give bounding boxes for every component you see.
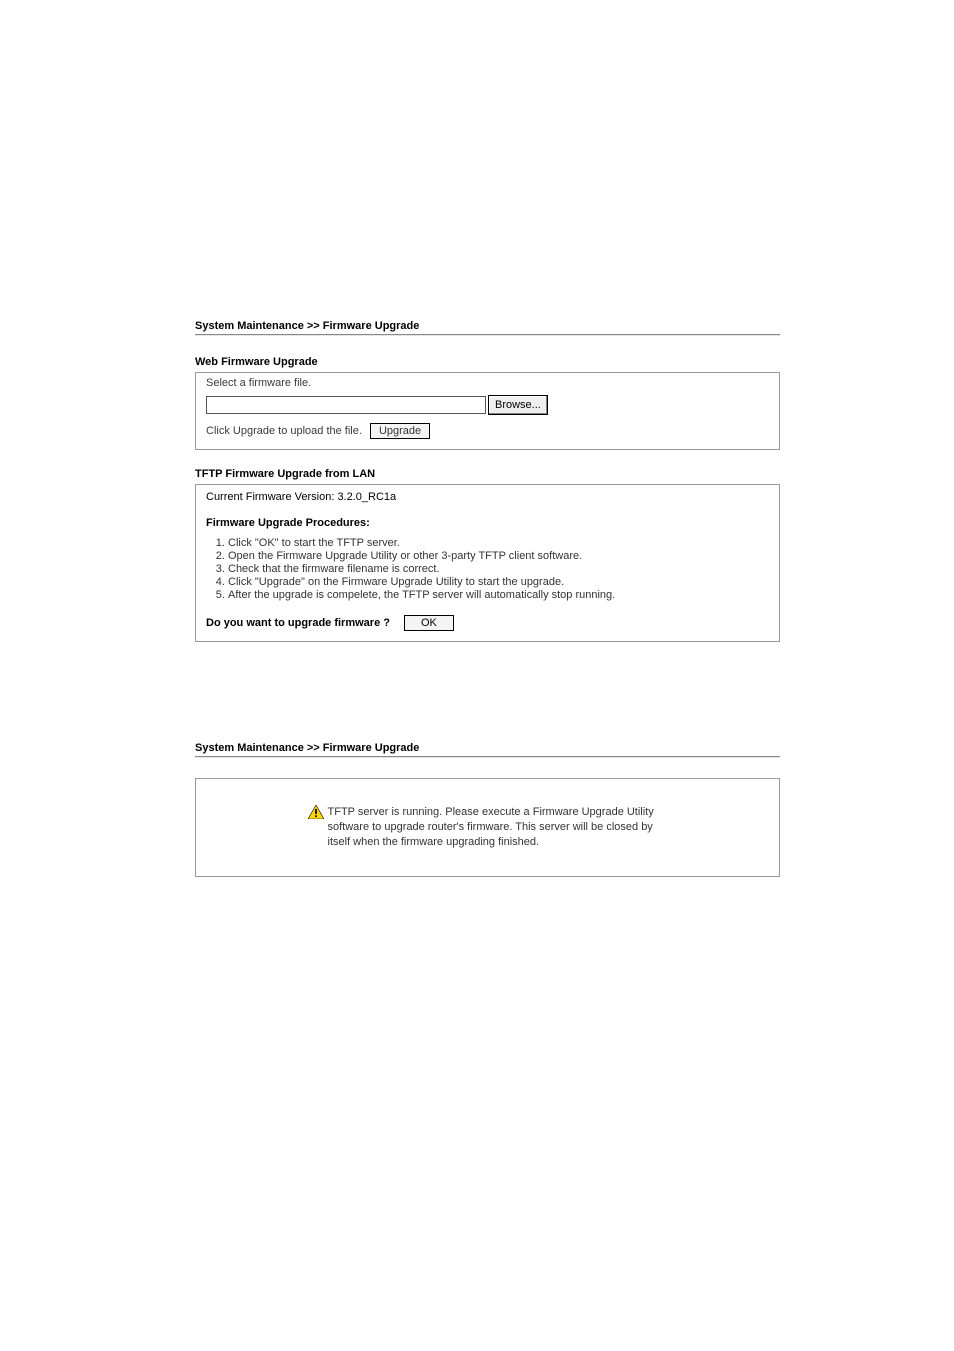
list-item: After the upgrade is compelete, the TFTP… — [228, 589, 769, 601]
list-item: Open the Firmware Upgrade Utility or oth… — [228, 550, 769, 562]
procedures-title: Firmware Upgrade Procedures: — [206, 517, 769, 529]
tftp-status-panel: TFTP server is running. Please execute a… — [195, 778, 780, 877]
web-upgrade-title: Web Firmware Upgrade — [195, 356, 780, 368]
breadcrumb: System Maintenance >> Firmware Upgrade — [195, 320, 780, 332]
divider — [195, 334, 780, 336]
current-version-label: Current Firmware Version: — [206, 491, 334, 503]
current-version-value: 3.2.0_RC1a — [337, 491, 396, 503]
web-upgrade-panel: Select a firmware file. Browse... Click … — [195, 372, 780, 450]
procedures-list: Click "OK" to start the TFTP server. Ope… — [228, 537, 769, 601]
upgrade-button[interactable]: Upgrade — [370, 423, 430, 439]
list-item: Check that the firmware filename is corr… — [228, 563, 769, 575]
upload-instruction: Click Upgrade to upload the file. — [206, 425, 362, 437]
breadcrumb: System Maintenance >> Firmware Upgrade — [195, 742, 780, 754]
browse-button[interactable]: Browse... — [488, 395, 548, 415]
firmware-file-input[interactable] — [206, 396, 486, 414]
tftp-panel: Current Firmware Version: 3.2.0_RC1a Fir… — [195, 484, 780, 642]
confirm-question: Do you want to upgrade firmware ? — [206, 617, 390, 629]
warning-icon — [308, 805, 324, 819]
tftp-status-message: TFTP server is running. Please execute a… — [328, 805, 668, 850]
list-item: Click "Upgrade" on the Firmware Upgrade … — [228, 576, 769, 588]
tftp-title: TFTP Firmware Upgrade from LAN — [195, 468, 780, 480]
select-file-label: Select a firmware file. — [206, 377, 769, 389]
divider — [195, 756, 780, 758]
list-item: Click "OK" to start the TFTP server. — [228, 537, 769, 549]
ok-button[interactable]: OK — [404, 615, 454, 631]
